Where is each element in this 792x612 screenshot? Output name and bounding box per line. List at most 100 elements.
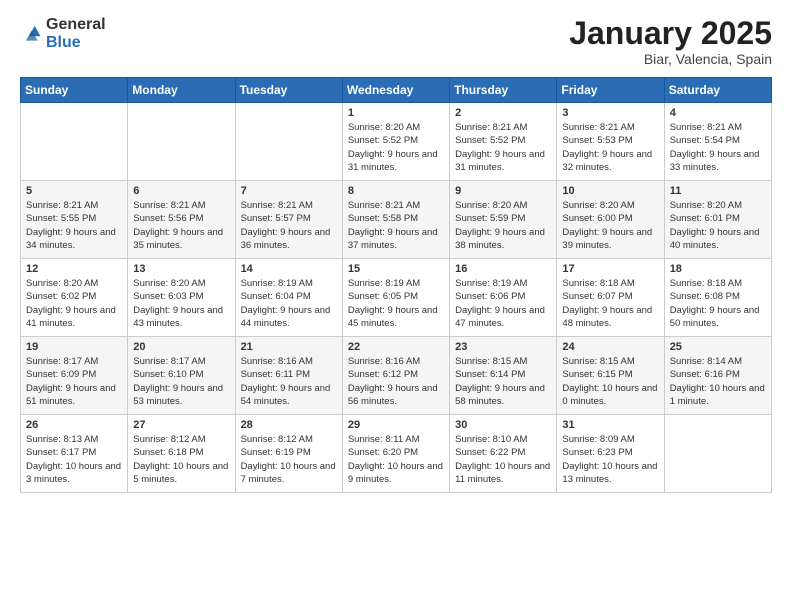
calendar-cell: 7 Sunrise: 8:21 AM Sunset: 5:57 PM Daylig…	[235, 181, 342, 259]
calendar-cell: 27 Sunrise: 8:12 AM Sunset: 6:18 PM Dayli…	[128, 415, 235, 493]
calendar-cell: 21 Sunrise: 8:16 AM Sunset: 6:11 PM Dayli…	[235, 337, 342, 415]
day-info: Sunrise: 8:17 AM Sunset: 6:10 PM Dayligh…	[133, 355, 229, 408]
weekday-header: Monday	[128, 78, 235, 103]
calendar-cell: 28 Sunrise: 8:12 AM Sunset: 6:19 PM Dayli…	[235, 415, 342, 493]
calendar-cell: 16 Sunrise: 8:19 AM Sunset: 6:06 PM Dayli…	[450, 259, 557, 337]
day-number: 16	[455, 263, 551, 275]
day-info: Sunrise: 8:16 AM Sunset: 6:12 PM Dayligh…	[348, 355, 444, 408]
weekday-header: Friday	[557, 78, 664, 103]
day-number: 12	[26, 263, 122, 275]
day-number: 5	[26, 185, 122, 197]
calendar-cell	[235, 103, 342, 181]
day-info: Sunrise: 8:19 AM Sunset: 6:06 PM Dayligh…	[455, 277, 551, 330]
day-info: Sunrise: 8:16 AM Sunset: 6:11 PM Dayligh…	[241, 355, 337, 408]
day-info: Sunrise: 8:13 AM Sunset: 6:17 PM Dayligh…	[26, 433, 122, 486]
calendar-cell: 17 Sunrise: 8:18 AM Sunset: 6:07 PM Dayli…	[557, 259, 664, 337]
day-number: 2	[455, 107, 551, 119]
page: General Blue January 2025 Biar, Valencia…	[0, 0, 792, 612]
day-info: Sunrise: 8:17 AM Sunset: 6:09 PM Dayligh…	[26, 355, 122, 408]
day-number: 24	[562, 341, 658, 353]
calendar-table: SundayMondayTuesdayWednesdayThursdayFrid…	[20, 77, 772, 493]
day-info: Sunrise: 8:20 AM Sunset: 6:00 PM Dayligh…	[562, 199, 658, 252]
day-number: 19	[26, 341, 122, 353]
day-number: 26	[26, 419, 122, 431]
calendar-cell: 5Sunrise: 8:21 AM Sunset: 5:55 PM Daylig…	[21, 181, 128, 259]
day-info: Sunrise: 8:21 AM Sunset: 5:57 PM Dayligh…	[241, 199, 337, 252]
weekday-header: Tuesday	[235, 78, 342, 103]
calendar-cell: 15Sunrise: 8:19 AM Sunset: 6:05 PM Dayli…	[342, 259, 449, 337]
day-number: 31	[562, 419, 658, 431]
logo: General Blue	[20, 16, 106, 51]
day-number: 7	[241, 185, 337, 197]
day-info: Sunrise: 8:11 AM Sunset: 6:20 PM Dayligh…	[348, 433, 444, 486]
day-number: 23	[455, 341, 551, 353]
calendar-cell	[664, 415, 771, 493]
day-info: Sunrise: 8:10 AM Sunset: 6:22 PM Dayligh…	[455, 433, 551, 486]
header: General Blue January 2025 Biar, Valencia…	[20, 16, 772, 67]
day-info: Sunrise: 8:21 AM Sunset: 5:54 PM Dayligh…	[670, 121, 766, 174]
day-number: 30	[455, 419, 551, 431]
day-number: 1	[348, 107, 444, 119]
day-number: 14	[241, 263, 337, 275]
day-number: 27	[133, 419, 229, 431]
weekday-header: Thursday	[450, 78, 557, 103]
calendar-week-row: 1 Sunrise: 8:20 AM Sunset: 5:52 PM Daylig…	[21, 103, 772, 181]
calendar-cell: 8Sunrise: 8:21 AM Sunset: 5:58 PM Daylig…	[342, 181, 449, 259]
calendar-cell: 19 Sunrise: 8:17 AM Sunset: 6:09 PM Dayli…	[21, 337, 128, 415]
calendar-cell: 4Sunrise: 8:21 AM Sunset: 5:54 PM Daylig…	[664, 103, 771, 181]
day-info: Sunrise: 8:12 AM Sunset: 6:19 PM Dayligh…	[241, 433, 337, 486]
calendar-cell: 1 Sunrise: 8:20 AM Sunset: 5:52 PM Daylig…	[342, 103, 449, 181]
day-info: Sunrise: 8:20 AM Sunset: 6:02 PM Dayligh…	[26, 277, 122, 330]
day-number: 25	[670, 341, 766, 353]
calendar-cell: 13Sunrise: 8:20 AM Sunset: 6:03 PM Dayli…	[128, 259, 235, 337]
day-number: 17	[562, 263, 658, 275]
day-info: Sunrise: 8:20 AM Sunset: 6:03 PM Dayligh…	[133, 277, 229, 330]
day-info: Sunrise: 8:12 AM Sunset: 6:18 PM Dayligh…	[133, 433, 229, 486]
calendar-cell: 24Sunrise: 8:15 AM Sunset: 6:15 PM Dayli…	[557, 337, 664, 415]
weekday-header: Saturday	[664, 78, 771, 103]
calendar-cell: 31 Sunrise: 8:09 AM Sunset: 6:23 PM Dayli…	[557, 415, 664, 493]
title-block: January 2025 Biar, Valencia, Spain	[569, 16, 772, 67]
calendar-cell: 18Sunrise: 8:18 AM Sunset: 6:08 PM Dayli…	[664, 259, 771, 337]
day-info: Sunrise: 8:14 AM Sunset: 6:16 PM Dayligh…	[670, 355, 766, 408]
day-number: 29	[348, 419, 444, 431]
calendar-cell: 23 Sunrise: 8:15 AM Sunset: 6:14 PM Dayli…	[450, 337, 557, 415]
calendar-cell: 9Sunrise: 8:20 AM Sunset: 5:59 PM Daylig…	[450, 181, 557, 259]
day-info: Sunrise: 8:21 AM Sunset: 5:53 PM Dayligh…	[562, 121, 658, 174]
weekday-header: Wednesday	[342, 78, 449, 103]
logo-blue: Blue	[46, 34, 81, 51]
day-info: Sunrise: 8:15 AM Sunset: 6:14 PM Dayligh…	[455, 355, 551, 408]
day-number: 28	[241, 419, 337, 431]
calendar-header-row: SundayMondayTuesdayWednesdayThursdayFrid…	[21, 78, 772, 103]
day-info: Sunrise: 8:21 AM Sunset: 5:58 PM Dayligh…	[348, 199, 444, 252]
calendar-cell: 6Sunrise: 8:21 AM Sunset: 5:56 PM Daylig…	[128, 181, 235, 259]
logo-text: General Blue	[46, 16, 106, 51]
day-info: Sunrise: 8:09 AM Sunset: 6:23 PM Dayligh…	[562, 433, 658, 486]
day-info: Sunrise: 8:20 AM Sunset: 5:59 PM Dayligh…	[455, 199, 551, 252]
calendar-cell: 29 Sunrise: 8:11 AM Sunset: 6:20 PM Dayli…	[342, 415, 449, 493]
calendar-cell: 14 Sunrise: 8:19 AM Sunset: 6:04 PM Dayli…	[235, 259, 342, 337]
day-info: Sunrise: 8:18 AM Sunset: 6:07 PM Dayligh…	[562, 277, 658, 330]
calendar-cell: 10Sunrise: 8:20 AM Sunset: 6:00 PM Dayli…	[557, 181, 664, 259]
day-number: 22	[348, 341, 444, 353]
calendar-title: January 2025	[569, 16, 772, 51]
calendar-week-row: 12 Sunrise: 8:20 AM Sunset: 6:02 PM Dayli…	[21, 259, 772, 337]
day-number: 21	[241, 341, 337, 353]
weekday-header: Sunday	[21, 78, 128, 103]
calendar-week-row: 26 Sunrise: 8:13 AM Sunset: 6:17 PM Dayli…	[21, 415, 772, 493]
day-number: 20	[133, 341, 229, 353]
calendar-cell: 26 Sunrise: 8:13 AM Sunset: 6:17 PM Dayli…	[21, 415, 128, 493]
calendar-week-row: 5Sunrise: 8:21 AM Sunset: 5:55 PM Daylig…	[21, 181, 772, 259]
day-number: 6	[133, 185, 229, 197]
calendar-cell: 30 Sunrise: 8:10 AM Sunset: 6:22 PM Dayli…	[450, 415, 557, 493]
day-info: Sunrise: 8:19 AM Sunset: 6:05 PM Dayligh…	[348, 277, 444, 330]
calendar-cell: 12 Sunrise: 8:20 AM Sunset: 6:02 PM Dayli…	[21, 259, 128, 337]
calendar-cell: 3Sunrise: 8:21 AM Sunset: 5:53 PM Daylig…	[557, 103, 664, 181]
day-info: Sunrise: 8:20 AM Sunset: 5:52 PM Dayligh…	[348, 121, 444, 174]
calendar-cell: 22 Sunrise: 8:16 AM Sunset: 6:12 PM Dayli…	[342, 337, 449, 415]
calendar-week-row: 19 Sunrise: 8:17 AM Sunset: 6:09 PM Dayli…	[21, 337, 772, 415]
day-number: 11	[670, 185, 766, 197]
calendar-cell	[128, 103, 235, 181]
calendar-cell: 11Sunrise: 8:20 AM Sunset: 6:01 PM Dayli…	[664, 181, 771, 259]
day-info: Sunrise: 8:19 AM Sunset: 6:04 PM Dayligh…	[241, 277, 337, 330]
